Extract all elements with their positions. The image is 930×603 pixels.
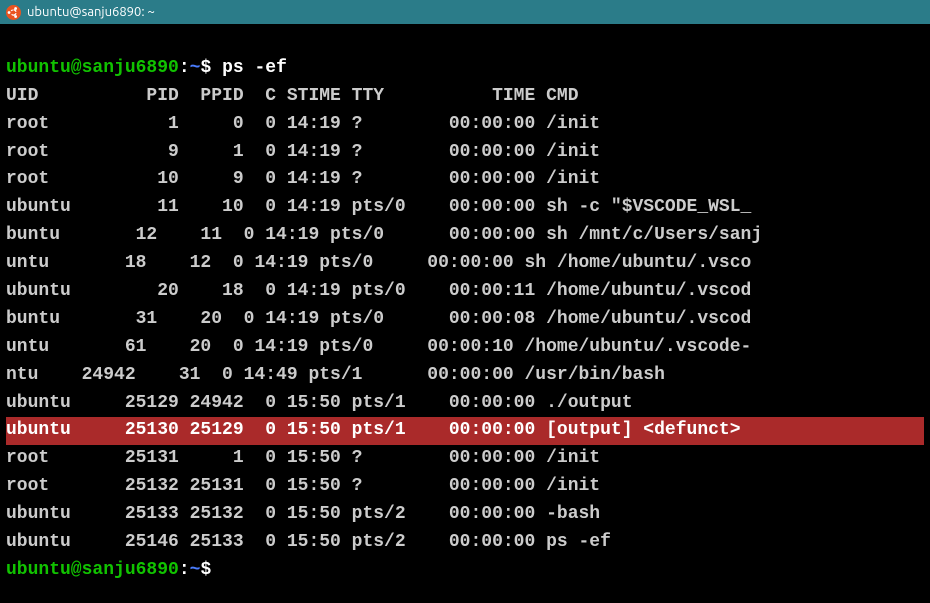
table-row: untu 18 12 0 14:19 pts/0 00:00:00 sh /ho… [6, 253, 751, 273]
prompt-colon: : [179, 560, 190, 580]
table-row: ntu 24942 31 0 14:49 pts/1 00:00:00 /usr… [6, 365, 665, 385]
table-row: ubuntu 11 10 0 14:19 pts/0 00:00:00 sh -… [6, 197, 751, 217]
prompt-dollar: $ [200, 560, 211, 580]
table-row: root 25131 1 0 15:50 ? 00:00:00 /init [6, 448, 600, 468]
window-titlebar: ubuntu@sanju6890: ~ [0, 0, 930, 24]
table-row: ubuntu 25146 25133 0 15:50 pts/2 00:00:0… [6, 532, 611, 552]
table-row: ubuntu 20 18 0 14:19 pts/0 00:00:11 /hom… [6, 281, 751, 301]
table-row: ubuntu 25133 25132 0 15:50 pts/2 00:00:0… [6, 504, 600, 524]
prompt-userhost: ubuntu@sanju6890 [6, 58, 179, 78]
prompt-userhost: ubuntu@sanju6890 [6, 560, 179, 580]
table-row: ubuntu 25129 24942 0 15:50 pts/1 00:00:0… [6, 393, 633, 413]
table-row: root 10 9 0 14:19 ? 00:00:00 /init [6, 169, 600, 189]
ubuntu-icon [6, 5, 21, 20]
ps-rows: root 1 0 0 14:19 ? 00:00:00 /init root 9… [6, 111, 924, 557]
prompt-colon: : [179, 58, 190, 78]
table-row: untu 61 20 0 14:19 pts/0 00:00:10 /home/… [6, 337, 751, 357]
command-text: ps -ef [211, 58, 287, 78]
prompt-path: ~ [190, 560, 201, 580]
window-title: ubuntu@sanju6890: ~ [27, 2, 155, 22]
prompt-path: ~ [190, 58, 201, 78]
table-row: buntu 12 11 0 14:19 pts/0 00:00:00 sh /m… [6, 225, 762, 245]
terminal-output[interactable]: ubuntu@sanju6890:~$ ps -ef UID PID PPID … [0, 24, 930, 591]
table-row: ubuntu 25130 25129 0 15:50 pts/1 00:00:0… [6, 417, 924, 445]
table-row: root 25132 25131 0 15:50 ? 00:00:00 /ini… [6, 476, 600, 496]
table-row: buntu 31 20 0 14:19 pts/0 00:00:08 /home… [6, 309, 751, 329]
prompt-dollar: $ [200, 58, 211, 78]
table-row: root 1 0 0 14:19 ? 00:00:00 /init [6, 114, 600, 134]
table-row: root 9 1 0 14:19 ? 00:00:00 /init [6, 142, 600, 162]
ps-header: UID PID PPID C STIME TTY TIME CMD [6, 86, 579, 106]
